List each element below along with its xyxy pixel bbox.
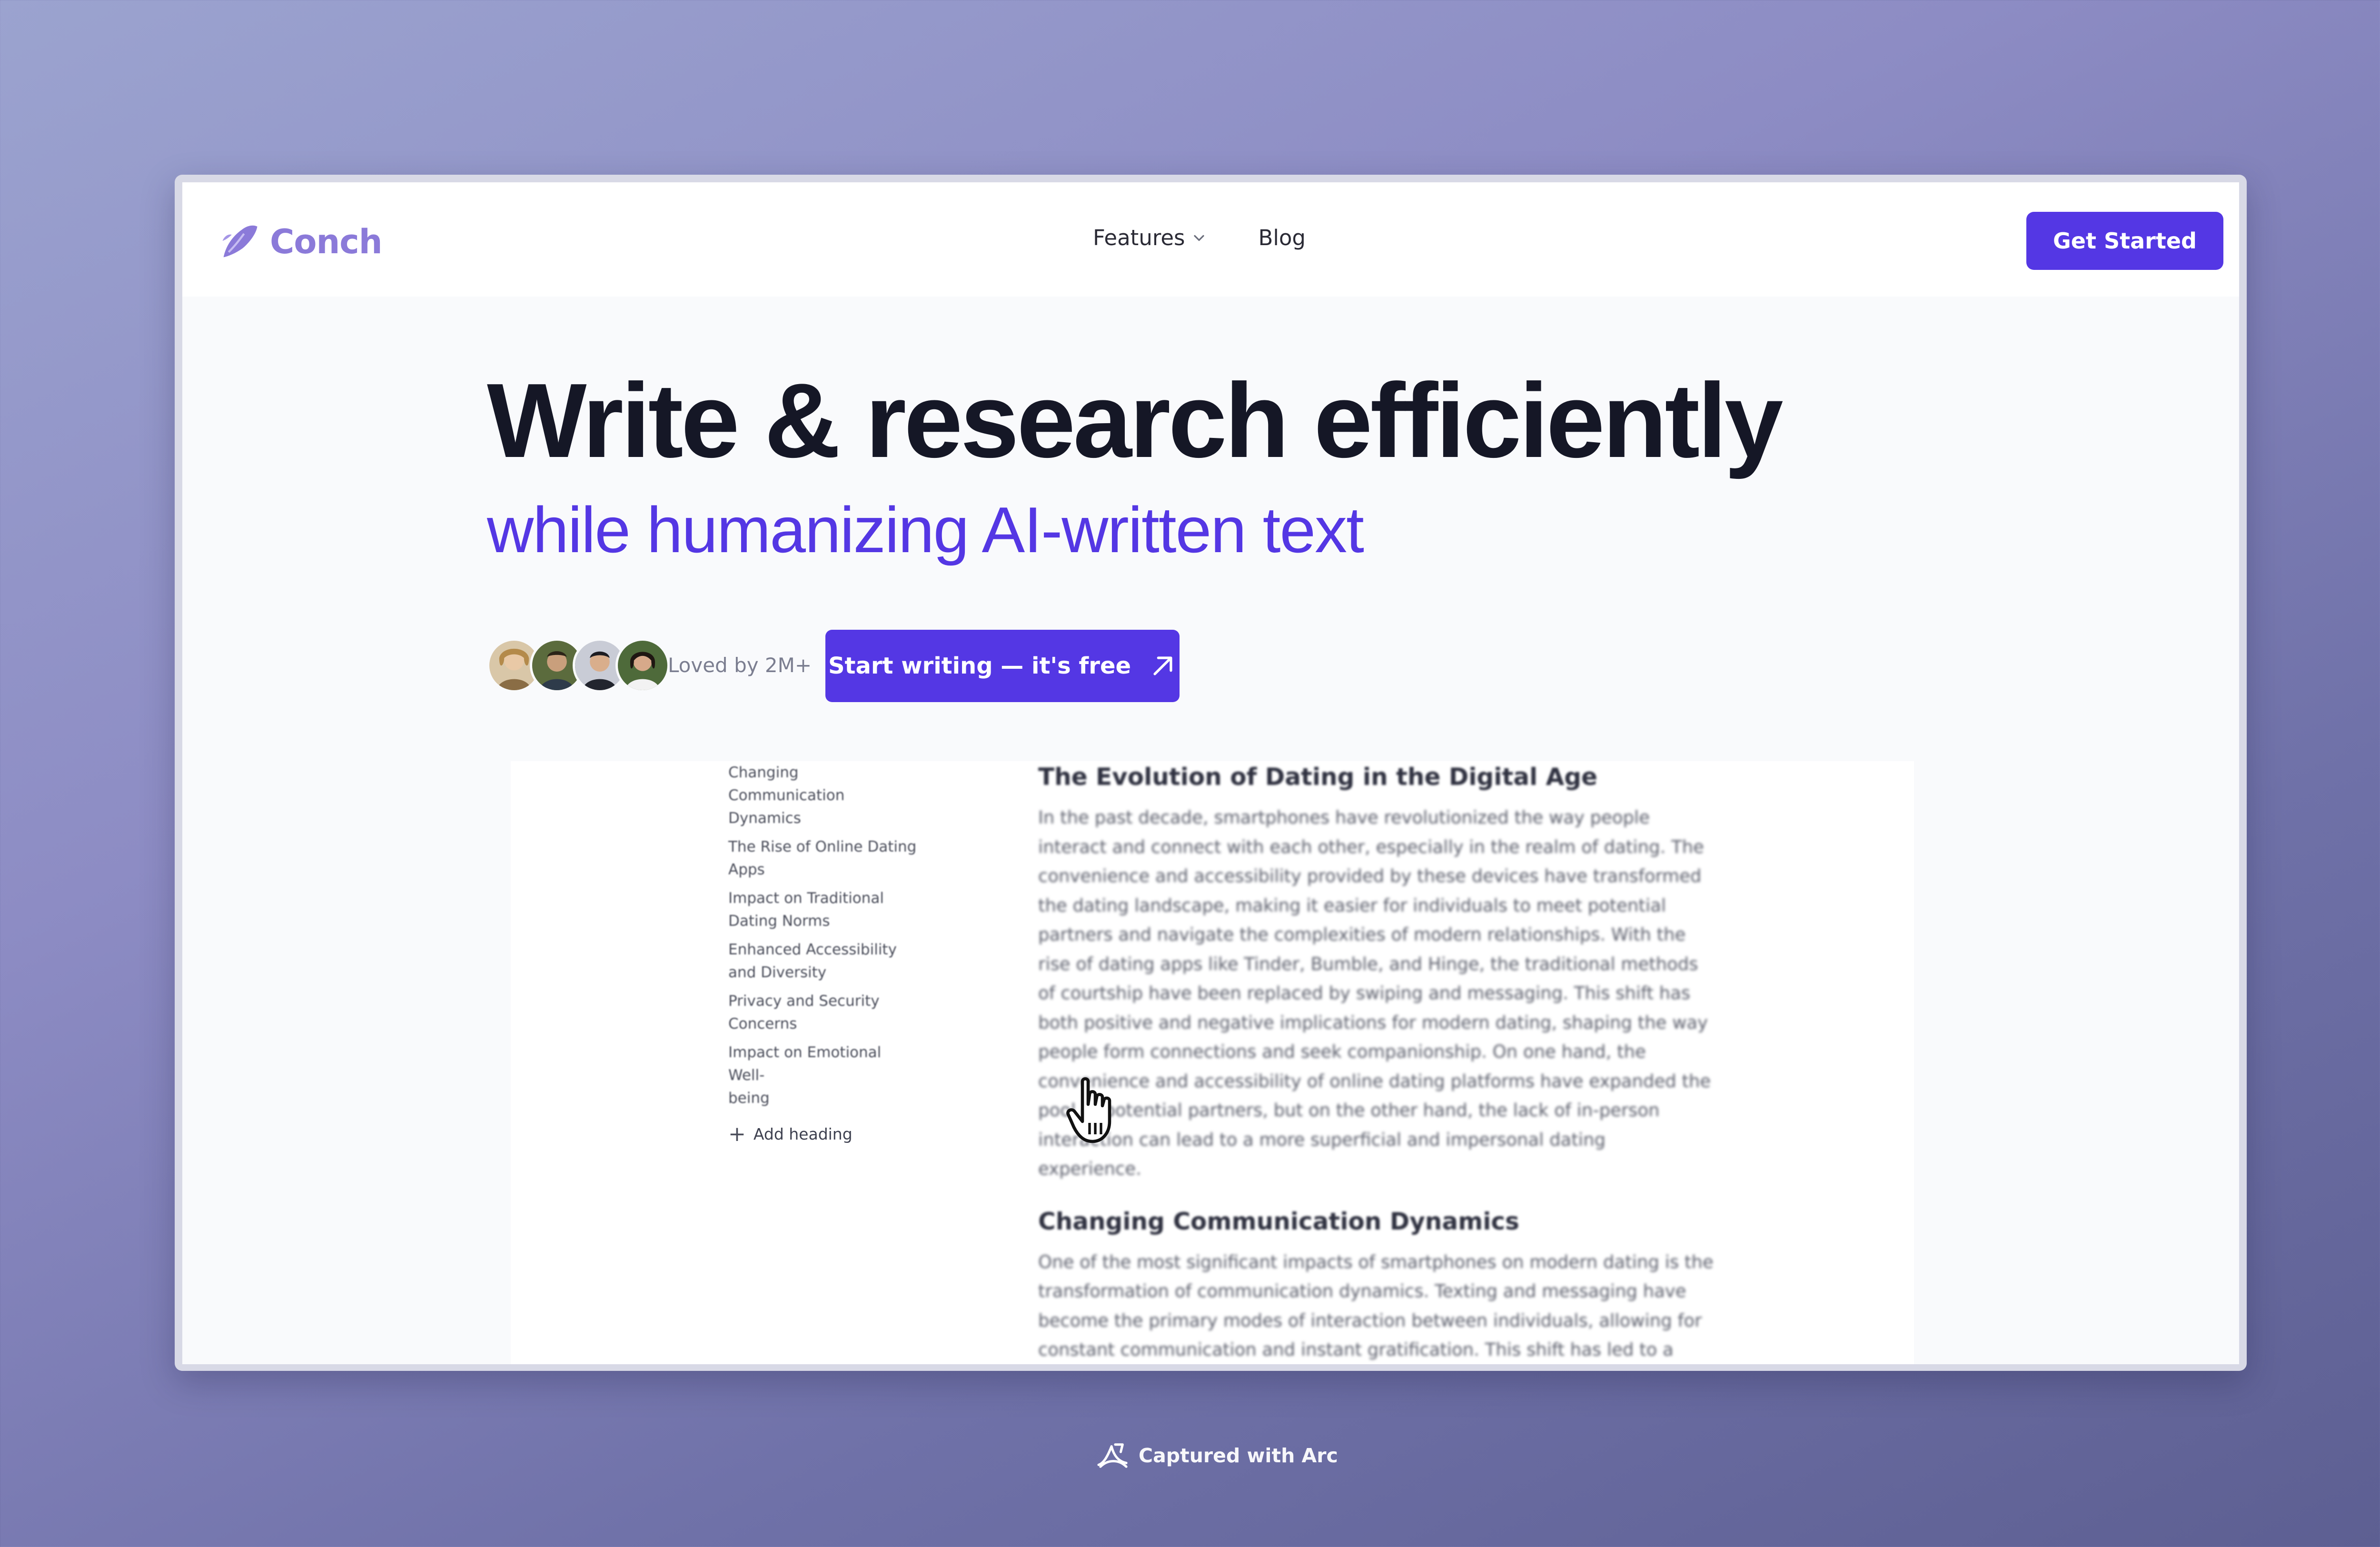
avatar xyxy=(615,638,670,693)
get-started-button[interactable]: Get Started xyxy=(2026,212,2223,270)
top-navigation: Conch Features Blog Get Started xyxy=(182,182,2239,297)
table-of-contents: Changing Communication Dynamics The Rise… xyxy=(728,761,919,1146)
editor-preview: Changing Communication Dynamics The Rise… xyxy=(511,761,1914,1364)
toc-item[interactable]: Impact on Emotional Well- being xyxy=(728,1041,919,1110)
conch-shell-icon xyxy=(219,220,260,263)
plus-icon: + xyxy=(728,1122,746,1146)
capture-footer-text: Captured with Arc xyxy=(1139,1444,1338,1467)
toc-item[interactable]: Enhanced Accessibility and Diversity xyxy=(728,938,919,984)
brand-logo[interactable]: Conch xyxy=(219,220,383,263)
hero-title: Write & research efficiently xyxy=(487,362,1783,480)
article-title: The Evolution of Dating in the Digital A… xyxy=(1038,763,1597,791)
article-paragraph: One of the most significant impacts of s… xyxy=(1038,1251,1714,1360)
nav-blog[interactable]: Blog xyxy=(1259,225,1306,250)
nav-features-label: Features xyxy=(1093,225,1185,250)
article-body[interactable]: The Evolution of Dating in the Digital A… xyxy=(1038,761,1714,1364)
toc-item[interactable]: The Rise of Online Dating Apps xyxy=(728,835,919,881)
nav-features[interactable]: Features xyxy=(1093,225,1206,250)
hand-cursor-icon xyxy=(1066,1077,1111,1143)
user-avatars xyxy=(487,638,670,693)
start-writing-label: Start writing — it's free xyxy=(828,653,1131,679)
hero-subtitle: while humanizing AI-written text xyxy=(487,494,1364,566)
arrow-up-right-icon xyxy=(1153,656,1172,675)
toc-item[interactable]: Privacy and Security Concerns xyxy=(728,990,919,1035)
add-heading-label: Add heading xyxy=(753,1125,853,1143)
start-writing-button[interactable]: Start writing — it's free xyxy=(825,630,1180,702)
social-proof-text: Loved by 2M+ xyxy=(668,654,812,677)
article-paragraph: In the past decade, smartphones have rev… xyxy=(1038,807,1711,1179)
toc-item[interactable]: Changing Communication Dynamics xyxy=(728,761,919,830)
section-heading: Changing Communication Dynamics xyxy=(1038,1207,1519,1235)
main-nav: Features Blog xyxy=(1093,225,1306,250)
browser-viewport: Conch Features Blog Get Started Write & … xyxy=(182,182,2239,1364)
arc-logo-icon xyxy=(1097,1443,1128,1468)
chevron-down-icon xyxy=(1193,235,1204,241)
brand-name: Conch xyxy=(270,222,383,261)
add-heading-button[interactable]: + Add heading xyxy=(728,1122,919,1146)
toc-item[interactable]: Impact on Traditional Dating Norms xyxy=(728,887,919,932)
capture-footer: Captured with Arc xyxy=(1095,1441,1338,1470)
